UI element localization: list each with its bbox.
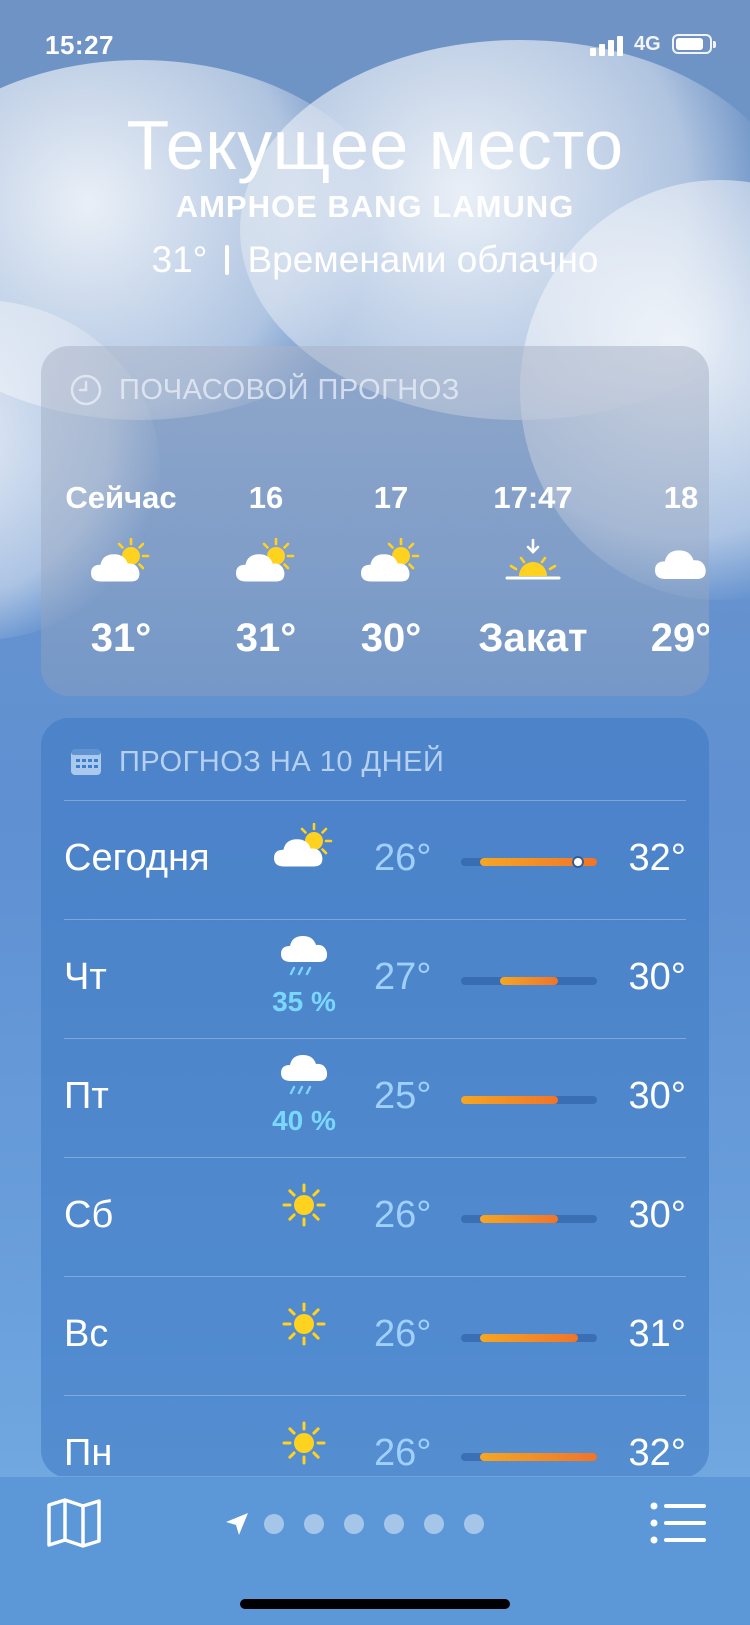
current-condition-text: Временами облачно [247,239,599,280]
page-dot[interactable] [464,1514,484,1534]
high-temperature: 31° [628,1313,686,1355]
day-label: Сб [64,1194,114,1236]
clock-icon [70,374,102,406]
temperature-range-track [461,1334,597,1342]
page-dot[interactable] [304,1514,324,1534]
hourly-forecast-title: ПОЧАСОВОЙ ПРОГНОЗ [119,373,460,406]
location-header: Текущее место AMPHOE BANG LAMUNG 31° Врем… [0,105,750,281]
bottom-toolbar [0,1476,750,1625]
low-temperature: 26° [374,1313,432,1355]
daily-forecast-row[interactable]: Сегодня 26° 32° [64,801,686,919]
location-title: Текущее место [126,106,624,184]
cellular-signal-icon [590,36,623,56]
page-dot[interactable] [424,1514,444,1534]
day-label: Чт [64,956,107,998]
temperature-range-bar [461,1096,559,1104]
partly-cloudy-icon [269,823,339,893]
day-label: Сегодня [64,837,210,879]
low-temperature: 26° [374,1194,432,1236]
daily-forecast-row[interactable]: Вс 26° 31° [64,1277,686,1395]
daily-forecast-header: ПРОГНОЗ НА 10 ДНЕЙ [69,742,444,782]
temperature-range-bar [480,1453,597,1461]
calendar-icon [71,749,101,775]
temperature-range-track [461,858,597,866]
temperature-range-bar [480,1215,559,1223]
location-subtitle: AMPHOE BANG LAMUNG [175,189,575,224]
high-temperature: 32° [628,837,686,879]
temperature-range-track [461,1096,597,1104]
status-time: 15:27 [45,30,114,60]
temperature-range-track [461,1215,597,1223]
low-temperature: 27° [374,956,432,998]
home-indicator [240,1599,510,1609]
battery-icon [672,34,716,54]
current-conditions: 31° Временами облачно [0,239,750,281]
hourly-forecast-header: ПОЧАСОВОЙ ПРОГНОЗ [69,370,460,410]
precipitation-chance: 35 % [272,986,336,1017]
current-temperature-dot [573,858,582,866]
temperature-range-track [461,977,597,985]
page-dot[interactable] [344,1514,364,1534]
temperature-range-track [461,1453,597,1461]
status-bar: 15:27 4G [0,28,750,64]
separator [225,245,230,275]
day-label: Пт [64,1075,109,1117]
high-temperature: 30° [628,956,686,998]
low-temperature: 25° [374,1075,432,1117]
location-arrow-icon [226,1513,248,1535]
day-label: Вс [64,1313,109,1355]
high-temperature: 32° [628,1432,686,1474]
temperature-range-bar [499,977,559,985]
page-dot[interactable] [384,1514,404,1534]
current-temperature: 31° [151,239,208,280]
day-label: Пн [64,1432,113,1474]
sun-icon [269,1180,339,1250]
daily-forecast-row[interactable]: Сб 26° 30° [64,1158,686,1276]
high-temperature: 30° [628,1194,686,1236]
sun-icon [269,1299,339,1369]
list-icon[interactable] [650,1501,706,1545]
low-temperature: 26° [374,1432,432,1474]
page-indicator[interactable] [224,1511,504,1537]
low-temperature: 26° [374,837,432,879]
daily-forecast-row[interactable]: Чт 35 % 27° 30° [64,920,686,1038]
page-dot[interactable] [264,1514,284,1534]
daily-forecast-row[interactable]: Пт 40 % 25° 30° [64,1039,686,1157]
hourly-forecast-card[interactable]: ПОЧАСОВОЙ ПРОГНОЗ [41,346,709,696]
temperature-range-bar [480,1334,578,1342]
daily-forecast-title: ПРОГНОЗ НА 10 ДНЕЙ [119,745,445,778]
high-temperature: 30° [628,1075,686,1117]
network-type: 4G [634,33,661,55]
precipitation-chance: 40 % [272,1105,336,1136]
map-icon[interactable] [46,1497,102,1549]
